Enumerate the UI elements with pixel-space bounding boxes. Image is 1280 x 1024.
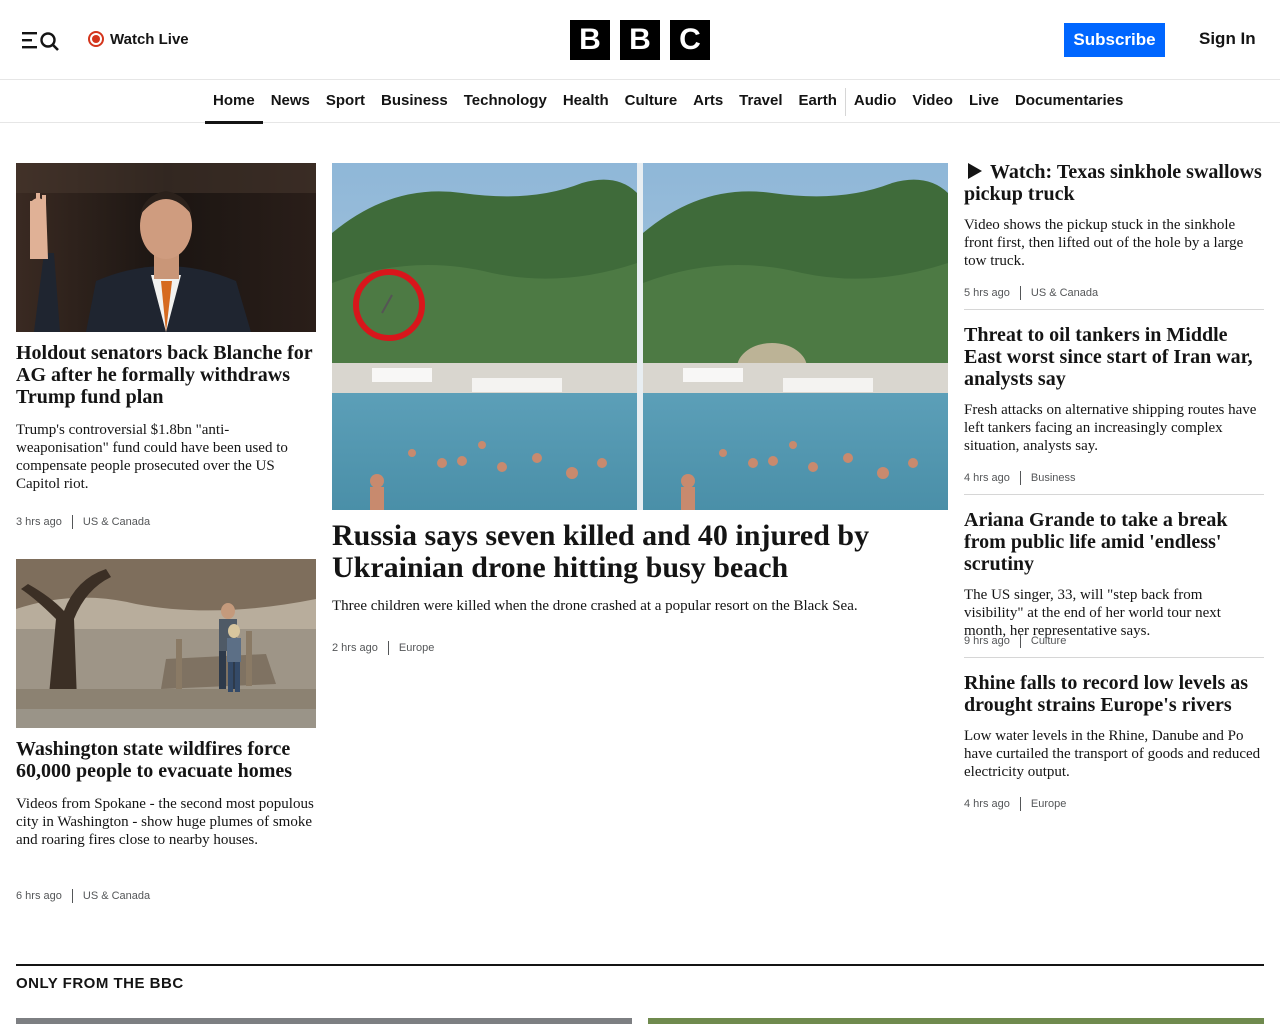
watch-live-link[interactable]: Watch Live [88,28,189,50]
story-summary: Video shows the pickup stuck in the sink… [964,217,1244,269]
story-timestamp: 4 hrs ago [964,798,1010,810]
nav-item-business[interactable]: Business [373,81,456,123]
menu-search-button[interactable] [20,28,62,52]
section-story-image[interactable] [648,1018,1264,1024]
story-meta: 4 hrs ago Europe [964,797,1066,811]
story-divider [964,657,1264,658]
story-headline[interactable]: Ariana Grande to take a break from publi… [964,509,1264,575]
meta-divider [71,515,73,529]
story-timestamp: 5 hrs ago [964,287,1010,299]
nav-item-culture[interactable]: Culture [617,81,686,123]
beach-drone-image[interactable] [332,163,948,510]
story-headline[interactable]: Holdout senators back Blanche for AG aft… [16,342,316,408]
logo-letter: B [570,20,610,60]
subscribe-button[interactable]: Subscribe [1064,23,1165,57]
story-section-link[interactable]: Europe [399,642,434,654]
main-story-headline[interactable]: Russia says seven killed and 40 injured … [332,520,948,584]
nav-item-travel[interactable]: Travel [731,81,790,123]
story-summary: The US singer, 33, will "step back from … [964,587,1221,639]
menu-search-icon [22,32,59,51]
logo-letter: B [620,20,660,60]
story-section-link[interactable]: US & Canada [1031,287,1098,299]
nav-item-arts[interactable]: Arts [685,81,731,123]
meta-divider [71,889,73,903]
story-card: Rhine falls to record low levels as drou… [964,672,1264,781]
story-card: Watch: Texas sinkhole swallows pickup tr… [964,161,1264,270]
watch-live-label: Watch Live [110,30,189,48]
play-icon [968,163,982,179]
story-timestamp: 9 hrs ago [964,635,1010,647]
section-title: ONLY FROM THE BBC [16,975,184,992]
story-section-link[interactable]: Business [1031,472,1076,484]
story-meta: 4 hrs ago Business [964,471,1076,485]
story-meta: 9 hrs ago Culture [964,634,1066,648]
story-card: Threat to oil tankers in Middle East wor… [964,324,1264,455]
nav-item-documentaries[interactable]: Documentaries [1007,81,1131,123]
story-divider [964,309,1264,310]
story-section-link[interactable]: US & Canada [83,890,150,902]
story-summary: Videos from Spokane - the second most po… [16,796,314,848]
main-story-summary: Three children were killed when the dron… [332,598,858,614]
meta-divider [1019,286,1021,300]
meta-divider [1019,797,1021,811]
story-section-link[interactable]: US & Canada [83,516,150,528]
nav-item-live[interactable]: Live [961,81,1007,123]
nav-item-news[interactable]: News [263,81,318,123]
nav-item-sport[interactable]: Sport [318,81,373,123]
story-summary: Low water levels in the Rhine, Danube an… [964,728,1261,780]
meta-divider [1019,471,1021,485]
sign-in-link[interactable]: Sign In [1199,29,1256,49]
story-divider [964,494,1264,495]
story-headline[interactable]: Watch: Texas sinkhole swallows pickup tr… [964,161,1264,205]
story-headline[interactable]: Washington state wildfires force 60,000 … [16,738,316,782]
nav-item-video[interactable]: Video [904,81,961,123]
story-summary: Fresh attacks on alternative shipping ro… [964,402,1257,454]
bbc-logo[interactable]: B B C [570,20,710,60]
site-header: Watch Live B B C Subscribe Sign In [0,0,1280,80]
nav-item-audio[interactable]: Audio [846,81,905,123]
meta-divider [387,641,389,655]
nav-item-technology[interactable]: Technology [456,81,555,123]
story-meta: 6 hrs ago US & Canada [16,889,150,903]
story-section-link[interactable]: Europe [1031,798,1066,810]
live-icon [88,31,104,47]
story-meta: 2 hrs ago Europe [332,641,434,655]
meta-divider [1019,634,1021,648]
section-story-image[interactable] [16,1018,632,1024]
story-summary: Trump's controversial $1.8bn "anti-weapo… [16,422,288,492]
nav-item-home[interactable]: Home [205,81,263,124]
main-story-card: Russia says seven killed and 40 injured … [332,520,948,615]
story-headline[interactable]: Rhine falls to record low levels as drou… [964,672,1264,716]
story-timestamp: 6 hrs ago [16,890,62,902]
story-meta: 3 hrs ago US & Canada [16,515,150,529]
section-rule [16,964,1264,966]
nav-item-earth[interactable]: Earth [791,81,845,123]
story-meta: 5 hrs ago US & Canada [964,286,1098,300]
story-timestamp: 3 hrs ago [16,516,62,528]
story-card: Washington state wildfires force 60,000 … [16,738,316,849]
logo-letter: C [670,20,710,60]
wildfire-image[interactable] [16,559,316,728]
story-timestamp: 2 hrs ago [332,642,378,654]
story-headline[interactable]: Threat to oil tankers in Middle East wor… [964,324,1264,390]
main-navigation: Home News Sport Business Technology Heal… [0,81,1280,124]
story-section-link[interactable]: Culture [1031,635,1066,647]
story-timestamp: 4 hrs ago [964,472,1010,484]
nav-item-health[interactable]: Health [555,81,617,123]
senator-hearing-image[interactable] [16,163,316,332]
story-card: Ariana Grande to take a break from publi… [964,509,1264,640]
story-headline-text: Watch: Texas sinkhole swallows pickup tr… [964,161,1262,205]
story-card: Holdout senators back Blanche for AG aft… [16,342,316,493]
